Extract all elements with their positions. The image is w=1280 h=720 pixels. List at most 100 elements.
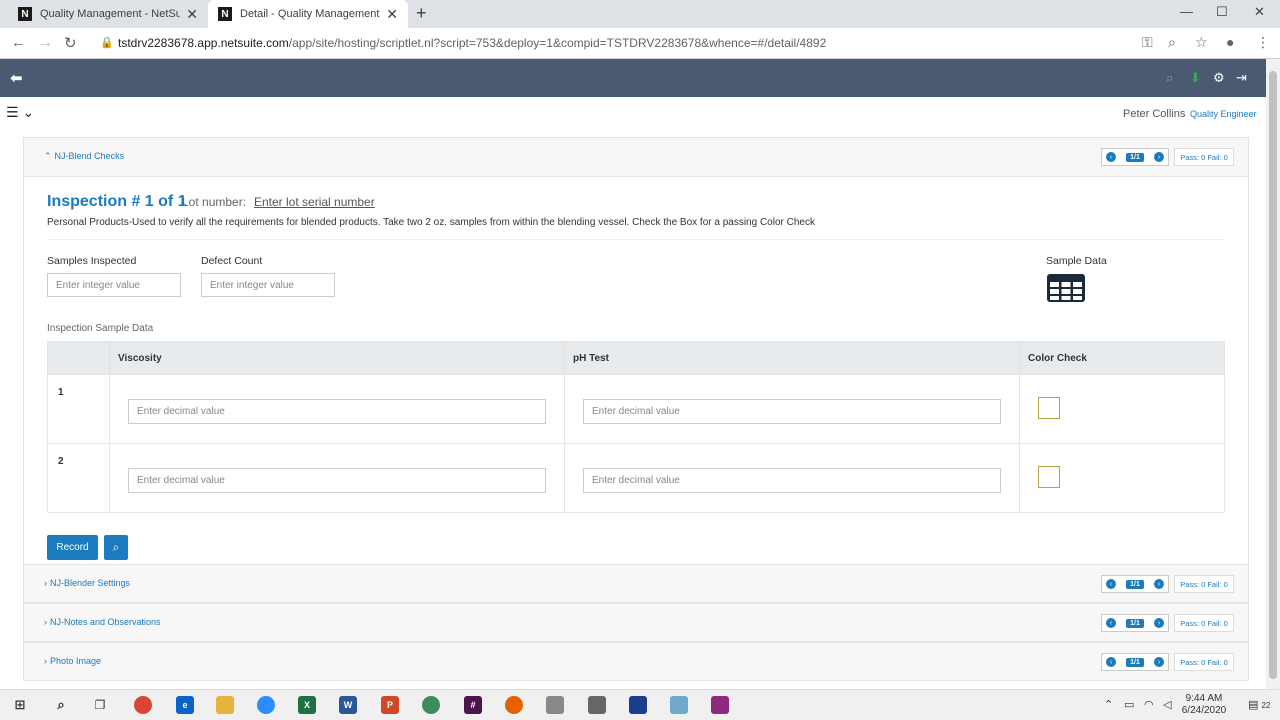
back-icon[interactable]: ← xyxy=(11,34,26,51)
task-view-icon[interactable]: ❐ xyxy=(91,696,109,714)
pager-next-icon[interactable]: › xyxy=(1153,657,1164,667)
section-header[interactable]: ⌃ NJ-Blend Checks ‹ 1/1 › Pass: 0 Fail: 0 xyxy=(24,138,1248,176)
lock-icon[interactable]: 🔒 xyxy=(100,36,114,49)
edge-icon[interactable]: e xyxy=(176,696,194,714)
word-icon[interactable]: W xyxy=(339,696,357,714)
battery-icon[interactable]: ▭ xyxy=(1124,698,1134,711)
wifi-icon[interactable]: ◠ xyxy=(1144,698,1154,711)
reload-icon[interactable]: ↻ xyxy=(64,34,77,52)
row-number: 2 xyxy=(58,456,64,467)
zoom-icon[interactable]: ⌕ xyxy=(1168,34,1176,51)
app-icon[interactable] xyxy=(546,696,564,714)
tab-close-icon[interactable]: ✕ xyxy=(386,6,398,23)
app-icon[interactable] xyxy=(670,696,688,714)
record-button[interactable]: Record xyxy=(47,535,98,560)
section-title[interactable]: ⌃ NJ-Blend Checks xyxy=(44,151,124,162)
scrollbar-thumb[interactable] xyxy=(1269,71,1277,679)
pager-next-icon[interactable]: › xyxy=(1153,152,1164,162)
section-header[interactable]: › NJ-Notes and Observations ‹ 1/1 › Pass:… xyxy=(24,604,1248,642)
volume-icon[interactable]: ◁ xyxy=(1163,698,1171,711)
inspection-description: Personal Products-Used to verify all the… xyxy=(47,217,815,228)
windows-taskbar: ⊞ ⌕ ❐ e X W P # ⌃ ▭ ◠ ◁ 9:44 AM 6/24/202… xyxy=(0,689,1280,720)
slack-icon[interactable]: # xyxy=(464,696,482,714)
inspection-title: Inspection # 1 of 1 xyxy=(47,193,187,210)
viscosity-input[interactable]: Enter decimal value xyxy=(128,468,546,493)
search-icon[interactable]: ⌕ xyxy=(1166,70,1173,86)
viscosity-cell: Enter decimal value xyxy=(109,443,565,513)
chevron-right-icon: › xyxy=(44,578,47,588)
samples-inspected-input[interactable]: Enter integer value xyxy=(47,273,181,297)
table-row: 1 Enter decimal value Enter decimal valu… xyxy=(47,374,1225,444)
netsuite-favicon-icon: N xyxy=(18,7,32,21)
defect-count-input[interactable]: Enter integer value xyxy=(201,273,335,297)
viscosity-input[interactable]: Enter decimal value xyxy=(128,399,546,424)
url-field[interactable]: tstdrv2283678.app.netsuite.com/app/site/… xyxy=(118,36,826,50)
window-close-icon[interactable]: ✕ xyxy=(1254,4,1265,20)
pager-count: 1/1 xyxy=(1126,579,1144,589)
section-photo-image: › Photo Image ‹ 1/1 › Pass: 0 Fail: 0 xyxy=(23,642,1249,681)
tray-chevron-up-icon[interactable]: ⌃ xyxy=(1104,698,1113,711)
pager-next-icon[interactable]: › xyxy=(1153,618,1164,628)
logout-icon[interactable]: ⇥ xyxy=(1236,70,1247,86)
browser-menu-icon[interactable]: ⋮ xyxy=(1256,34,1270,51)
inspection-sample-data-label: Inspection Sample Data xyxy=(47,323,154,334)
search-record-button[interactable]: ⌕ xyxy=(104,535,128,560)
file-explorer-icon[interactable] xyxy=(216,696,234,714)
pager-count: 1/1 xyxy=(1126,618,1144,628)
app-back-icon[interactable]: ⬅ xyxy=(10,69,23,87)
section-pager: ‹ 1/1 › xyxy=(1101,575,1169,593)
section-title-text: Photo Image xyxy=(50,656,102,666)
pager-next-icon[interactable]: › xyxy=(1153,579,1164,589)
gear-icon[interactable]: ⚙ xyxy=(1213,70,1225,86)
hamburger-menu-icon[interactable]: ☰ ⌄ xyxy=(6,104,34,121)
ph-test-input[interactable]: Enter decimal value xyxy=(583,399,1001,424)
section-title[interactable]: › Photo Image xyxy=(44,656,101,666)
table-grid-icon[interactable] xyxy=(1046,273,1086,303)
download-icon[interactable]: ⬇ xyxy=(1190,70,1201,86)
viscosity-header: Viscosity xyxy=(109,341,565,375)
color-check-checkbox[interactable] xyxy=(1038,466,1060,488)
app-icon[interactable] xyxy=(711,696,729,714)
browser-tab-quality-management[interactable]: N Quality Management - NetSuite ✕ xyxy=(8,0,208,28)
chrome-icon[interactable] xyxy=(134,696,152,714)
page-scrollbar[interactable] xyxy=(1266,59,1280,689)
ph-test-input[interactable]: Enter decimal value xyxy=(583,468,1001,493)
powerpoint-icon[interactable]: P xyxy=(381,696,399,714)
pager-prev-icon[interactable]: ‹ xyxy=(1106,579,1116,589)
app-icon[interactable] xyxy=(588,696,606,714)
section-header[interactable]: › Photo Image ‹ 1/1 › Pass: 0 Fail: 0 xyxy=(24,643,1248,681)
firefox-icon[interactable] xyxy=(505,696,523,714)
minimize-icon[interactable]: — xyxy=(1180,4,1193,19)
tab-title: Detail - Quality Management xyxy=(240,8,380,20)
pass-fail-badge: Pass: 0 Fail: 0 xyxy=(1174,148,1234,166)
tab-close-icon[interactable]: ✕ xyxy=(186,6,198,23)
pager-prev-icon[interactable]: ‹ xyxy=(1106,152,1116,162)
excel-icon[interactable]: X xyxy=(298,696,316,714)
section-title[interactable]: › NJ-Blender Settings xyxy=(44,578,130,588)
defect-count-label: Defect Count xyxy=(201,255,263,267)
profile-icon[interactable]: ● xyxy=(1226,34,1234,50)
section-header[interactable]: › NJ-Blender Settings ‹ 1/1 › Pass: 0 Fai… xyxy=(24,565,1248,603)
new-tab-icon[interactable]: + xyxy=(416,3,427,24)
section-pager: ‹ 1/1 › xyxy=(1101,148,1169,166)
browser-tab-detail[interactable]: N Detail - Quality Management ✕ xyxy=(208,0,408,28)
app-icon[interactable] xyxy=(422,696,440,714)
lot-serial-link[interactable]: Enter lot serial number xyxy=(254,195,375,209)
pager-prev-icon[interactable]: ‹ xyxy=(1106,618,1116,628)
bookmark-star-icon[interactable]: ☆ xyxy=(1195,34,1208,51)
taskbar-clock[interactable]: 9:44 AM 6/24/2020 xyxy=(1180,693,1228,717)
zoom-app-icon[interactable] xyxy=(257,696,275,714)
notification-icon[interactable]: ▤ 22 xyxy=(1248,698,1270,711)
key-icon[interactable]: ⚿ xyxy=(1142,34,1153,51)
forward-icon[interactable]: → xyxy=(38,34,53,51)
maximize-icon[interactable]: ☐ xyxy=(1216,4,1228,20)
pager-prev-icon[interactable]: ‹ xyxy=(1106,657,1116,667)
clock-time: 9:44 AM xyxy=(1185,693,1223,704)
windows-start-icon[interactable]: ⊞ xyxy=(11,696,29,714)
search-icon[interactable]: ⌕ xyxy=(52,696,70,714)
app-icon[interactable] xyxy=(629,696,647,714)
color-check-checkbox[interactable] xyxy=(1038,397,1060,419)
section-title[interactable]: › NJ-Notes and Observations xyxy=(44,617,161,627)
sample-data-label: Sample Data xyxy=(1046,255,1107,267)
pass-fail-badge: Pass: 0 Fail: 0 xyxy=(1174,575,1234,593)
